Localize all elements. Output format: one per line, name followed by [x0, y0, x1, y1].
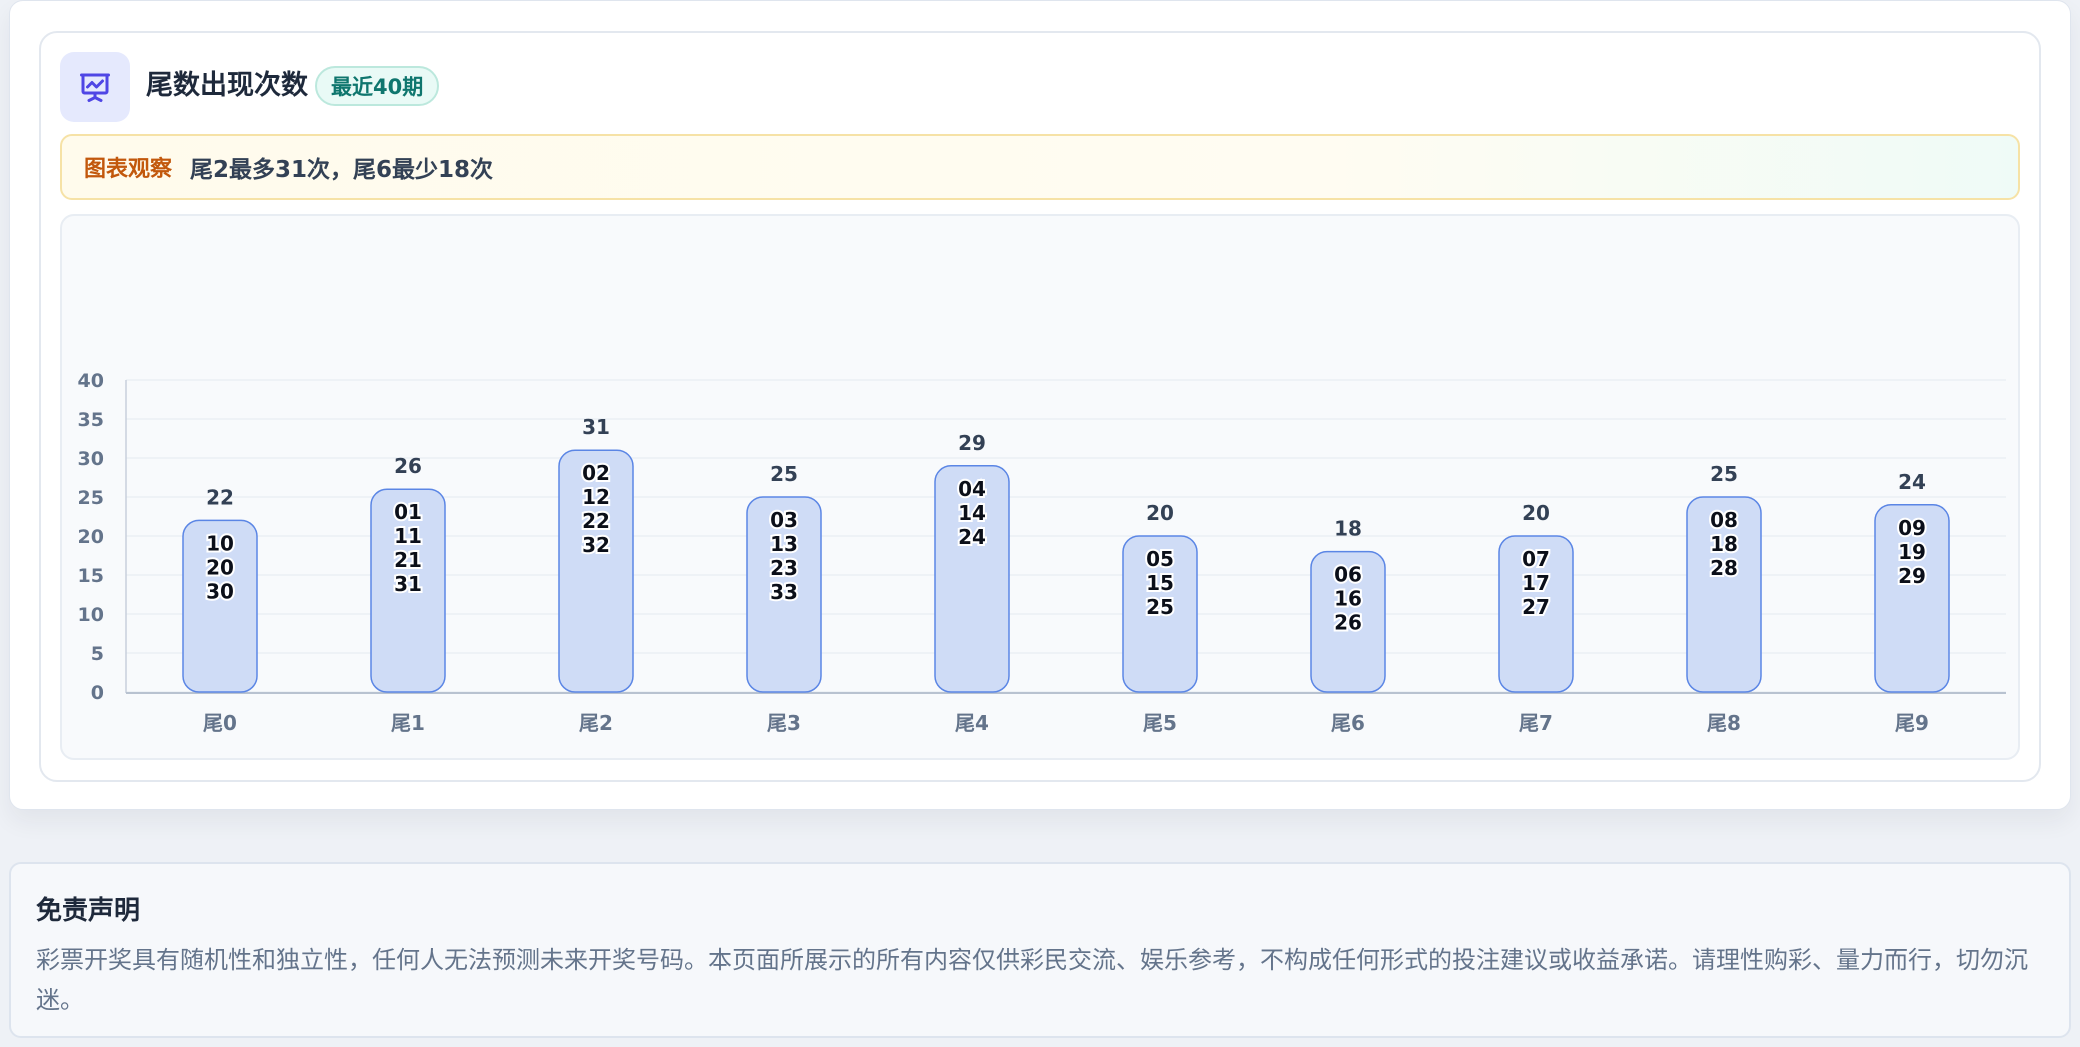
bar-number-label: 21: [394, 548, 422, 572]
bar-number-label: 24: [958, 525, 986, 549]
bar-number-label: 16: [1334, 587, 1362, 611]
chart-insight: 图表观察 尾2最多31次，尾6最少18次: [60, 134, 2020, 200]
y-tick-label: 35: [78, 409, 104, 431]
x-tick-label: 尾2: [579, 711, 613, 735]
y-tick-label: 0: [91, 682, 104, 704]
bar-number-label: 22: [582, 509, 610, 533]
x-tick-label: 尾0: [203, 711, 237, 735]
insight-text: 尾2最多31次，尾6最少18次: [190, 157, 494, 183]
presentation-chart-icon: [60, 52, 130, 122]
y-tick-label: 25: [78, 487, 104, 509]
y-tick-label: 40: [78, 370, 104, 392]
bar-number-label: 31: [394, 572, 422, 596]
bar-number-label: 30: [206, 579, 234, 603]
chart-title: 尾数出现次数: [146, 70, 308, 101]
bar-number-label: 13: [770, 532, 798, 556]
bar-number-label: 09: [1898, 516, 1926, 540]
bar-value-label: 20: [1146, 501, 1174, 525]
bar-number-label: 12: [582, 485, 610, 509]
bar-number-label: 20: [206, 555, 234, 579]
bar-value-label: 25: [1710, 462, 1738, 486]
y-tick-label: 15: [78, 565, 104, 587]
bar-number-label: 18: [1710, 532, 1738, 556]
bar-number-label: 05: [1146, 547, 1174, 571]
bar-value-label: 29: [958, 431, 986, 455]
x-tick-label: 尾3: [767, 711, 801, 735]
disclaimer-title: 免责声明: [36, 896, 141, 926]
bar-value-label: 31: [582, 415, 610, 439]
y-tick-label: 20: [78, 526, 104, 548]
bar-number-label: 25: [1146, 595, 1174, 619]
bar-value-label: 24: [1898, 470, 1926, 494]
bar-number-label: 14: [958, 501, 986, 525]
bar-number-label: 32: [582, 533, 610, 557]
bar-number-label: 07: [1522, 547, 1550, 571]
y-tick-label: 10: [78, 604, 104, 626]
bar-value-label: 20: [1522, 501, 1550, 525]
x-tick-label: 尾4: [955, 711, 989, 735]
bar-number-label: 27: [1522, 595, 1550, 619]
bar-number-label: 33: [770, 580, 798, 604]
x-tick-label: 尾5: [1143, 711, 1177, 735]
disclaimer-text: 彩票开奖具有随机性和独立性，任何人无法预测未来开奖号码。本页面所展示的所有内容仅…: [36, 946, 2028, 1014]
bar-number-label: 03: [770, 508, 798, 532]
bar-number-label: 26: [1334, 611, 1362, 635]
bar-number-label: 15: [1146, 571, 1174, 595]
bar-number-label: 28: [1710, 556, 1738, 580]
x-tick-label: 尾6: [1331, 711, 1365, 735]
bar-value-label: 25: [770, 462, 798, 486]
x-tick-label: 尾9: [1895, 711, 1929, 735]
bar-number-label: 10: [206, 531, 234, 555]
insight-label: 图表观察: [84, 157, 173, 182]
bar-number-label: 17: [1522, 571, 1550, 595]
bar-number-label: 08: [1710, 508, 1738, 532]
bar-value-label: 22: [206, 485, 234, 509]
x-tick-label: 尾1: [391, 711, 425, 735]
bar-value-label: 18: [1334, 517, 1362, 541]
y-tick-label: 30: [78, 448, 104, 470]
bar-number-label: 04: [958, 477, 986, 501]
plot-area: 0 5 10 15 20 25 30 35 40 22 10 20 30 尾0 26 01 11 21 31 尾1 31…: [60, 214, 2020, 760]
x-tick-label: 尾7: [1519, 711, 1553, 735]
bar-number-label: 01: [394, 500, 422, 524]
bar-number-label: 11: [394, 524, 422, 548]
bar-number-label: 02: [582, 461, 610, 485]
bar-number-label: 29: [1898, 564, 1926, 588]
bar-number-label: 19: [1898, 540, 1926, 564]
bar-number-label: 06: [1334, 563, 1362, 587]
bar-value-label: 26: [394, 454, 422, 478]
bar-chart: 051015202530354022102030尾02601112131尾131…: [78, 370, 2006, 735]
y-tick-label: 5: [91, 643, 104, 665]
bar-number-label: 23: [770, 556, 798, 580]
period-badge: 最近40期: [315, 66, 440, 106]
disclaimer: 免责声明 彩票开奖具有随机性和独立性，任何人无法预测未来开奖号码。本页面所展示的…: [9, 862, 2071, 1038]
x-tick-label: 尾8: [1707, 711, 1741, 735]
